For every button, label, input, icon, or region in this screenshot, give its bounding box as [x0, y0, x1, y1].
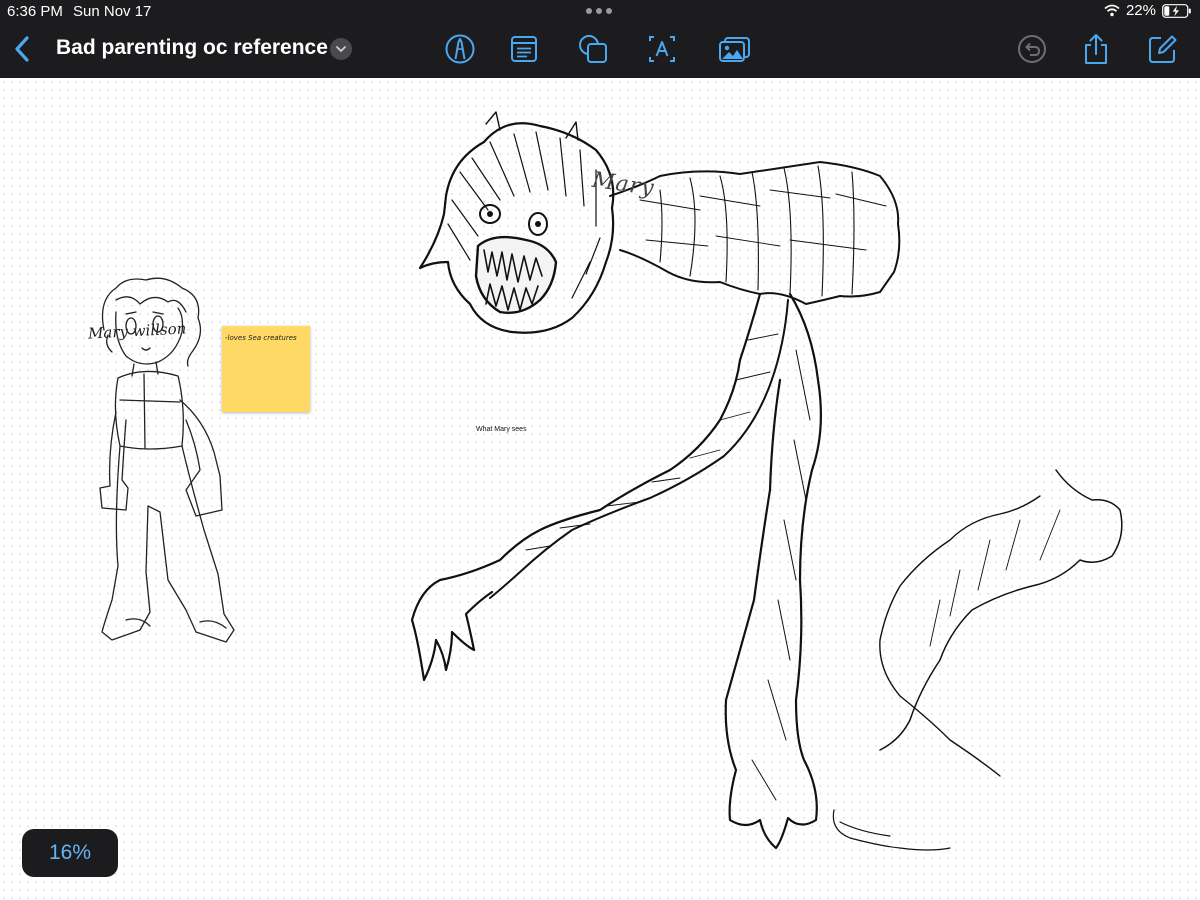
share-icon	[1085, 34, 1107, 64]
shapes-icon	[579, 35, 607, 63]
title-menu-button[interactable]	[330, 38, 352, 60]
back-button[interactable]	[8, 32, 38, 66]
chevron-down-icon	[336, 46, 346, 53]
image-icon	[719, 37, 750, 62]
caption-text: What Mary sees	[476, 426, 527, 433]
undo-button[interactable]	[1015, 32, 1049, 66]
share-button[interactable]	[1079, 32, 1113, 66]
creature-sketch	[410, 111, 1123, 851]
text-label-icon	[649, 36, 675, 62]
multitask-menu[interactable]	[586, 8, 612, 14]
text-box-tool-button[interactable]	[507, 32, 541, 66]
sticky-note-text: -loves Sea creatures	[225, 334, 297, 342]
compose-button[interactable]	[1145, 32, 1179, 66]
sticky-note[interactable]: -loves Sea creatures	[222, 326, 310, 412]
pen-tool-button[interactable]	[443, 32, 477, 66]
battery-charging-icon	[1162, 3, 1191, 18]
status-right: 22%	[1104, 2, 1192, 19]
chevron-left-icon	[15, 36, 29, 62]
pen-icon	[445, 34, 475, 64]
image-tool-button[interactable]	[717, 32, 751, 66]
zoom-level-badge[interactable]: 16%	[22, 829, 118, 877]
drawing-canvas[interactable]: Mary Mary willson -loves Sea creatures W…	[0, 78, 1200, 900]
document-title[interactable]: Bad parenting oc reference	[56, 36, 328, 60]
status-time: 6:36 PM	[7, 3, 63, 20]
wifi-icon	[1104, 4, 1120, 17]
dot	[586, 8, 592, 14]
status-date: Sun Nov 17	[73, 3, 152, 20]
shapes-tool-button[interactable]	[576, 32, 610, 66]
compose-icon	[1149, 35, 1177, 63]
drawing-layer	[99, 111, 1123, 851]
text-label-tool-button[interactable]	[645, 32, 679, 66]
battery-percentage: 22%	[1125, 2, 1156, 19]
text-box-icon	[511, 36, 537, 62]
undo-icon	[1018, 35, 1046, 63]
dot	[596, 8, 602, 14]
top-bar: 6:36 PM Sun Nov 17 22% Bad parenting oc …	[0, 0, 1200, 78]
dot	[606, 8, 612, 14]
